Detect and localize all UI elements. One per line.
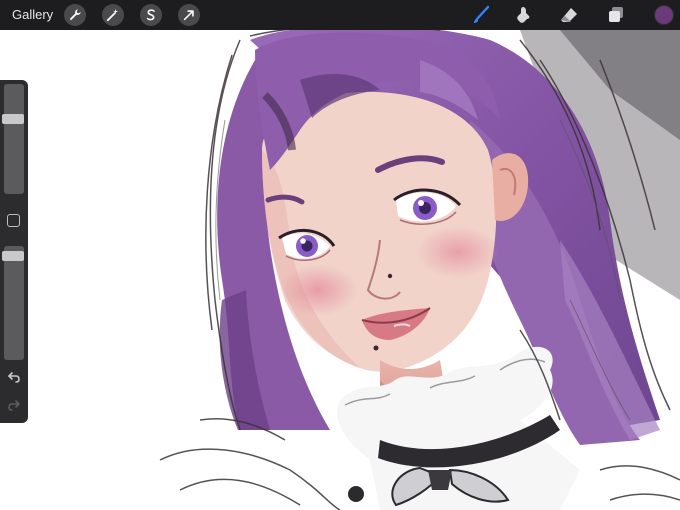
modify-button[interactable]: [7, 214, 20, 227]
wrench-icon[interactable]: [64, 4, 86, 26]
smudge-icon[interactable]: [513, 4, 535, 26]
undo-button[interactable]: [6, 370, 22, 384]
redo-arrow-icon: [8, 400, 20, 411]
opacity-slider[interactable]: [2, 246, 24, 360]
layers-icon[interactable]: [605, 4, 627, 26]
color-swatch-button[interactable]: [654, 5, 674, 25]
brush-icon[interactable]: [470, 4, 492, 26]
selection-s-icon[interactable]: [140, 4, 162, 26]
drawing-canvas[interactable]: [0, 0, 680, 510]
gallery-button[interactable]: Gallery: [12, 0, 53, 30]
undo-arrow-icon: [8, 372, 20, 383]
eraser-icon[interactable]: [558, 4, 580, 26]
left-sidebar: [0, 80, 28, 423]
artwork-illustration: [0, 0, 680, 510]
magic-wand-icon[interactable]: [102, 4, 124, 26]
top-toolbar: Gallery: [0, 0, 680, 30]
arrow-cursor-icon[interactable]: [178, 4, 200, 26]
brush-size-slider-thumb[interactable]: [2, 114, 24, 124]
redo-button[interactable]: [6, 398, 22, 412]
brush-size-slider[interactable]: [2, 84, 24, 194]
opacity-slider-thumb[interactable]: [2, 251, 24, 261]
